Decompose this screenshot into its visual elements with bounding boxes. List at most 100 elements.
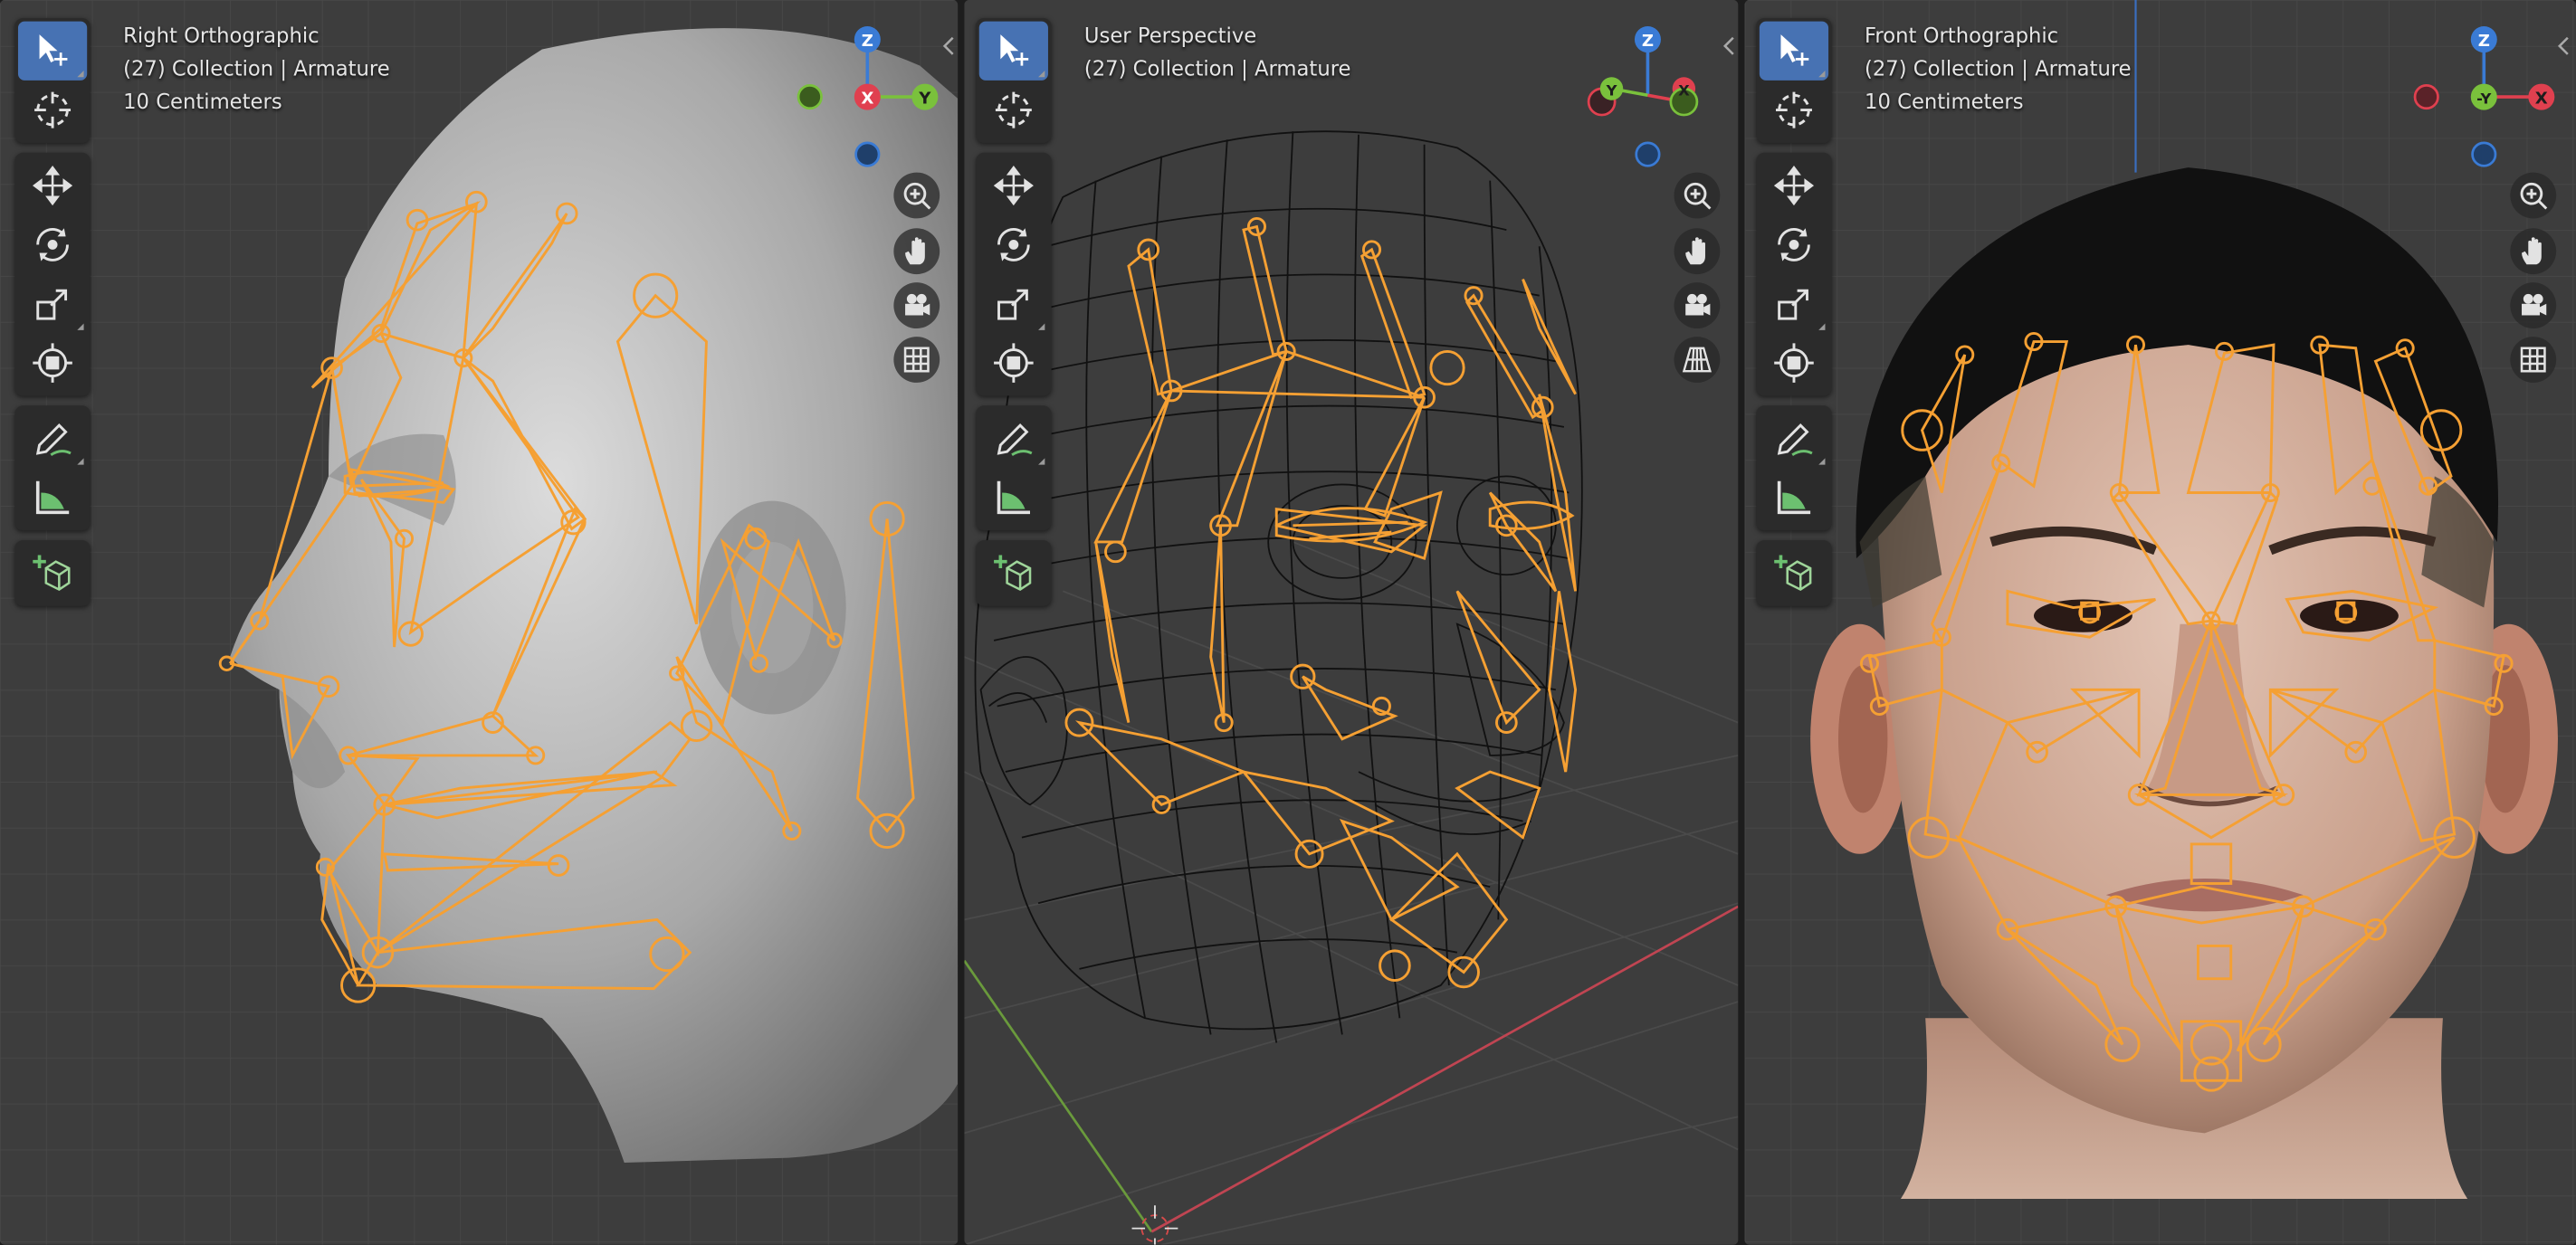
transform-tool[interactable] xyxy=(1760,333,1828,392)
cursor-tool[interactable] xyxy=(1760,81,1828,139)
perspective-toggle-button[interactable] xyxy=(2510,337,2557,383)
collection-label: (27) Collection | Armature xyxy=(1865,55,2132,81)
add-cube-tool[interactable] xyxy=(1760,544,1828,603)
measure-icon xyxy=(997,480,1031,515)
tool-shelf xyxy=(1756,17,1832,616)
annotate-tool[interactable] xyxy=(18,409,87,468)
transform-tool[interactable] xyxy=(18,333,87,392)
camera-view-button[interactable] xyxy=(2510,282,2557,328)
view-name: User Perspective xyxy=(1083,23,1257,48)
add-cube-icon xyxy=(1774,555,1812,592)
add-cube-tool[interactable] xyxy=(979,544,1048,603)
select-box-tool[interactable] xyxy=(17,21,88,81)
tool-group-select xyxy=(14,17,91,143)
select-box-tool[interactable] xyxy=(978,21,1048,81)
annotate-icon xyxy=(1777,423,1813,456)
add-cube-icon xyxy=(994,555,1032,592)
annotate-tool[interactable] xyxy=(1760,409,1828,468)
viewport-canvas[interactable] xyxy=(1744,0,2576,1245)
pan-hand-icon xyxy=(1685,237,1705,265)
pan-button[interactable] xyxy=(2510,228,2557,275)
cursor-tool[interactable] xyxy=(18,81,87,139)
navigation-gizmo[interactable]: Z Y X xyxy=(784,16,949,181)
transform-tool[interactable] xyxy=(979,333,1048,392)
tool-group-select xyxy=(1756,17,1832,143)
cursor-icon xyxy=(1776,91,1812,128)
zoom-icon xyxy=(1684,182,1712,210)
camera-view-button[interactable] xyxy=(893,282,940,328)
gizmo-neg-z-axis[interactable] xyxy=(2471,141,2497,167)
tool-group-annotate xyxy=(1756,405,1832,531)
viewport-user-perspective[interactable]: User Perspective (27) Collection | Armat… xyxy=(964,0,1739,1245)
transform-icon xyxy=(33,343,72,383)
select-box-icon xyxy=(1000,34,1029,66)
gizmo-neg-z-axis[interactable] xyxy=(1635,141,1661,167)
view-name: Right Orthographic xyxy=(123,23,320,48)
annotate-tool[interactable] xyxy=(979,409,1048,468)
pan-hand-icon xyxy=(905,237,925,265)
transform-icon xyxy=(1774,343,1814,383)
zoom-button[interactable] xyxy=(893,172,940,219)
move-tool[interactable] xyxy=(1760,156,1828,214)
camera-icon xyxy=(2522,293,2547,316)
scale-icon xyxy=(1778,289,1808,320)
scale-tool[interactable] xyxy=(979,274,1048,333)
tool-group-add xyxy=(1756,540,1832,606)
collection-label: (27) Collection | Armature xyxy=(1083,55,1351,81)
gizmo-neg-z-axis[interactable] xyxy=(854,141,881,167)
zoom-button[interactable] xyxy=(2510,172,2557,219)
chevron-left-icon[interactable] xyxy=(2556,36,2572,56)
collection-label: (27) Collection | Armature xyxy=(123,55,390,81)
view-name: Front Orthographic xyxy=(1865,23,2059,48)
camera-view-button[interactable] xyxy=(1674,282,1721,328)
viewport-canvas[interactable] xyxy=(964,0,1739,1245)
gizmo-z-label: Z xyxy=(862,32,873,51)
cursor-tool[interactable] xyxy=(979,81,1048,139)
rotate-icon xyxy=(997,228,1030,261)
scale-label: 10 Centimeters xyxy=(1865,89,2024,114)
perspective-toggle-button[interactable] xyxy=(893,337,940,383)
gizmo-x-label: X xyxy=(1678,81,1690,99)
perspective-grid-icon xyxy=(1682,347,1712,373)
add-cube-tool[interactable] xyxy=(18,544,87,603)
scale-tool[interactable] xyxy=(1760,274,1828,333)
cursor-icon xyxy=(995,91,1032,128)
scale-label: 10 Centimeters xyxy=(123,89,282,114)
measure-tool[interactable] xyxy=(979,468,1048,527)
zoom-button[interactable] xyxy=(1674,172,1721,219)
move-tool[interactable] xyxy=(18,156,87,214)
add-cube-icon xyxy=(33,555,71,592)
chevron-left-icon[interactable] xyxy=(941,36,958,56)
scale-tool[interactable] xyxy=(18,274,87,333)
measure-tool[interactable] xyxy=(18,468,87,527)
rotate-tool[interactable] xyxy=(979,215,1048,274)
rotate-tool[interactable] xyxy=(1760,215,1828,274)
select-box-tool[interactable] xyxy=(1759,21,1829,81)
gizmo-x-label: X xyxy=(2535,89,2548,108)
gizmo-x-label: X xyxy=(861,89,873,108)
navigation-gizmo[interactable]: Z X -Y xyxy=(2400,16,2565,181)
tool-group-transform xyxy=(1756,152,1832,396)
scale-icon xyxy=(997,289,1028,320)
pan-button[interactable] xyxy=(1674,228,1721,275)
rotate-tool[interactable] xyxy=(18,215,87,274)
gizmo-z-label: Z xyxy=(1642,32,1654,51)
rotate-icon xyxy=(36,228,69,261)
viewport-canvas[interactable] xyxy=(0,0,959,1245)
measure-tool[interactable] xyxy=(1760,468,1828,527)
move-icon xyxy=(32,166,73,206)
gizmo-neg-x-axis[interactable] xyxy=(2413,84,2439,110)
gizmo-neg-y-axis[interactable] xyxy=(797,84,823,110)
viewport-right-orthographic[interactable]: Right Orthographic (27) Collection | Arm… xyxy=(0,0,959,1245)
tool-group-transform xyxy=(14,152,91,396)
tool-shelf xyxy=(976,17,1052,616)
gizmo-y-label: Y xyxy=(918,89,931,108)
move-tool[interactable] xyxy=(979,156,1048,214)
move-icon xyxy=(1773,166,1815,206)
viewport-front-orthographic[interactable]: Front Orthographic (27) Collection | Arm… xyxy=(1744,0,2576,1245)
navigation-gizmo[interactable]: Z Y X xyxy=(1566,16,1731,181)
tool-group-annotate xyxy=(14,405,91,531)
chevron-left-icon[interactable] xyxy=(1722,36,1738,56)
pan-button[interactable] xyxy=(893,228,940,275)
perspective-toggle-button[interactable] xyxy=(1674,337,1721,383)
